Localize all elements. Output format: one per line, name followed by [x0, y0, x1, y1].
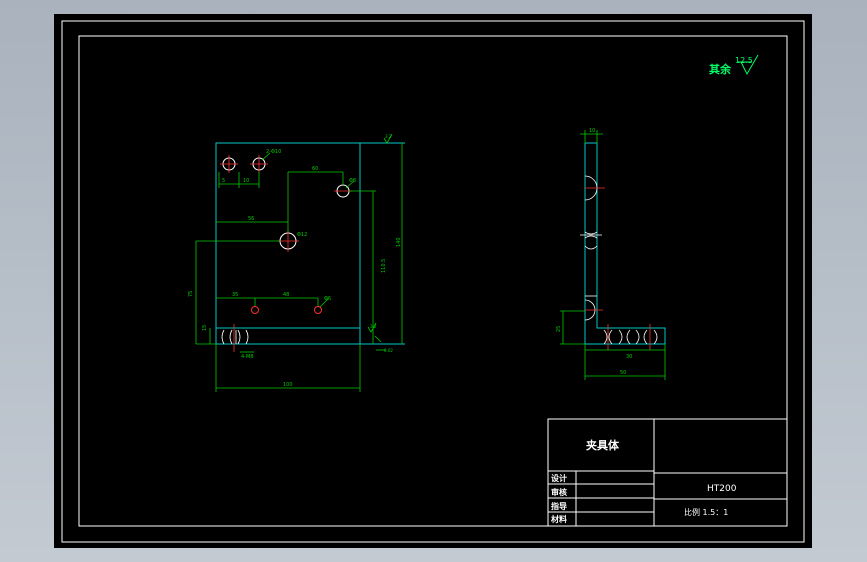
dim-4-m8: 4-M8 [241, 354, 253, 360]
side-dim-bottom: 50 [620, 370, 626, 376]
material-code: HT200 [707, 484, 737, 494]
side-dim-side: 25 [556, 326, 562, 332]
row-design: 设计 [551, 473, 567, 483]
scale-text: 比例 1.5：1 [684, 507, 728, 517]
drawing-sheet [54, 14, 812, 548]
roughness-value: 12.5 [735, 56, 753, 65]
dim-len-b: 56 [248, 216, 254, 222]
row-guide: 指导 [551, 501, 567, 511]
dim-w-total: 100 [283, 382, 293, 388]
side-dim-top: 10 [589, 128, 595, 134]
dim-phi6: Φ6 [324, 296, 331, 302]
dim-h-mid: 110.5 [381, 259, 387, 273]
dim-phi8: Φ8 [349, 178, 356, 184]
dim-2-phi10: 2-Φ10 [266, 149, 281, 155]
dim-rough-top: 3.2 [385, 134, 392, 139]
roughness-prefix: 其余 [709, 62, 732, 76]
side-dim-mid: 30 [626, 354, 632, 360]
dim-w-top2: 10 [243, 178, 249, 184]
dim-h-small: 15 [202, 325, 208, 331]
dim-len-d: 48 [283, 292, 289, 298]
dim-phi12: Φ12 [297, 232, 307, 238]
part-name: 夹具体 [586, 438, 620, 452]
dim-tol: 0.02 [384, 348, 393, 353]
dim-len-c: 35 [232, 292, 238, 298]
dim-h-total: 140 [396, 237, 402, 247]
dim-rough-bottom: 3.2 [370, 324, 377, 329]
dim-w-top: 5 [222, 178, 225, 184]
dim-h-left: 75 [188, 291, 194, 297]
dim-len-a: 60 [312, 166, 318, 172]
row-review: 审核 [551, 487, 567, 497]
row-material: 材料 [551, 514, 567, 524]
